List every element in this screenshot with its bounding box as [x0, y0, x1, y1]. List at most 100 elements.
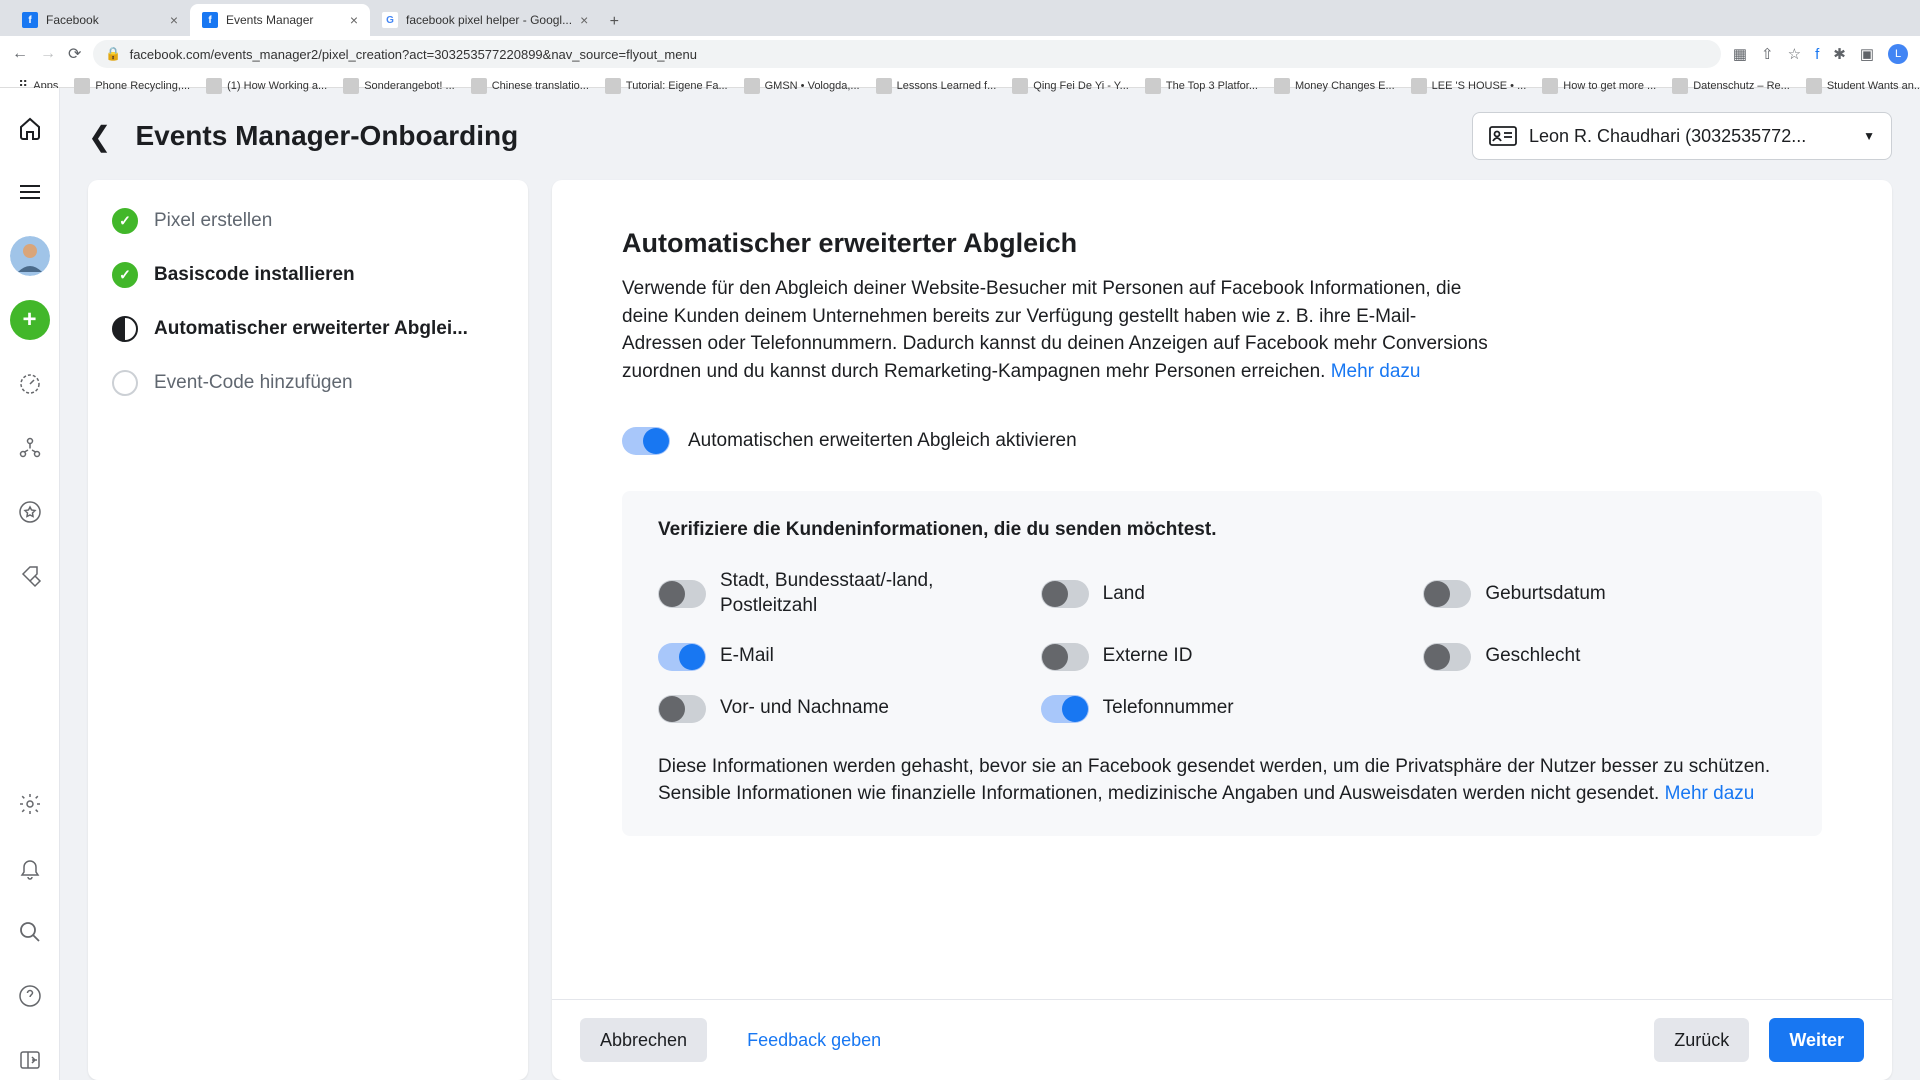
tab-title: Facebook — [46, 13, 99, 27]
page-header: ❮ Events Manager-Onboarding Leon R. Chau… — [88, 112, 1892, 160]
search-icon[interactable] — [10, 912, 50, 952]
tab-close-icon[interactable]: × — [170, 12, 178, 28]
account-card-icon — [1489, 126, 1517, 146]
lock-icon: 🔒 — [105, 46, 121, 62]
nav-forward-icon[interactable]: → — [40, 45, 56, 63]
new-tab-button[interactable]: + — [600, 8, 628, 36]
cast-icon[interactable]: ▣ — [1860, 45, 1874, 63]
verify-toggle[interactable] — [658, 580, 706, 608]
content-panel: Automatischer erweiterter Abgleich Verwe… — [552, 180, 1892, 1080]
verify-toggle[interactable] — [1041, 695, 1089, 723]
verify-toggle-label: Geburtsdatum — [1485, 582, 1605, 607]
onboarding-step[interactable]: Event-Code hinzufügen — [112, 370, 504, 396]
extensions-icon[interactable]: ✱ — [1833, 45, 1846, 63]
verify-toggle[interactable] — [658, 643, 706, 671]
verify-toggle-item: Vor- und Nachname — [658, 695, 1021, 723]
tab-favicon-icon: f — [202, 12, 218, 28]
browser-tab[interactable]: f Facebook × — [10, 4, 190, 36]
notifications-icon[interactable] — [10, 848, 50, 888]
onboarding-step[interactable]: Pixel erstellen — [112, 208, 504, 234]
account-name: Leon R. Chaudhari (3032535772... — [1529, 126, 1851, 147]
tab-favicon-icon: G — [382, 12, 398, 28]
step-label: Automatischer erweiterter Abglei... — [154, 318, 468, 340]
verify-toggle-item: Geschlecht — [1423, 643, 1786, 671]
verify-toggle-label: E-Mail — [720, 644, 774, 669]
master-toggle-label: Automatischen erweiterten Abgleich aktiv… — [688, 430, 1077, 452]
star-nav-icon[interactable] — [10, 492, 50, 532]
back-arrow-icon[interactable]: ❮ — [88, 120, 111, 153]
gauge-icon[interactable] — [10, 364, 50, 404]
verify-note: Diese Informationen werden gehasht, bevo… — [658, 753, 1786, 808]
verify-toggle-label: Land — [1103, 582, 1145, 607]
next-button[interactable]: Weiter — [1769, 1018, 1864, 1062]
step-label: Event-Code hinzufügen — [154, 372, 353, 394]
verify-toggle-label: Vor- und Nachname — [720, 696, 889, 721]
verify-learn-more-link[interactable]: Mehr dazu — [1665, 783, 1755, 804]
star-icon[interactable]: ☆ — [1788, 45, 1801, 63]
verify-toggle-item: Geburtsdatum — [1423, 569, 1786, 618]
learn-more-link[interactable]: Mehr dazu — [1331, 361, 1421, 382]
account-selector[interactable]: Leon R. Chaudhari (3032535772... ▼ — [1472, 112, 1892, 160]
verify-toggle-item: Stadt, Bundesstaat/-land, Postleitzahl — [658, 569, 1021, 618]
user-avatar-icon[interactable] — [10, 236, 50, 276]
step-indicator-icon — [112, 208, 138, 234]
tab-title: Events Manager — [226, 13, 313, 27]
tab-close-icon[interactable]: × — [350, 12, 358, 28]
nav-back-icon[interactable]: ← — [12, 45, 28, 63]
onboarding-step[interactable]: Basiscode installieren — [112, 262, 504, 288]
verify-toggle[interactable] — [1423, 580, 1471, 608]
footer-bar: Abbrechen Feedback geben Zurück Weiter — [552, 999, 1892, 1080]
verify-toggle-label: Externe ID — [1103, 644, 1193, 669]
master-toggle[interactable] — [622, 427, 670, 455]
verify-toggle-label: Telefonnummer — [1103, 696, 1234, 721]
verify-toggle-item: E-Mail — [658, 643, 1021, 671]
feedback-button[interactable]: Feedback geben — [727, 1018, 901, 1062]
help-icon[interactable] — [10, 976, 50, 1016]
verify-toggle[interactable] — [1041, 643, 1089, 671]
tag-icon[interactable] — [10, 556, 50, 596]
content-title: Automatischer erweiterter Abgleich — [622, 228, 1822, 259]
onboarding-step[interactable]: Automatischer erweiterter Abglei... — [112, 316, 504, 342]
verify-toggle[interactable] — [1041, 580, 1089, 608]
menu-icon[interactable] — [10, 172, 50, 212]
verify-title: Verifiziere die Kundeninformationen, die… — [658, 519, 1786, 541]
browser-chrome: fFacebook×fEvents Manager×Gfacebook pixe… — [0, 0, 1920, 88]
fb-left-sidebar: + — [0, 88, 60, 1080]
profile-avatar-icon[interactable]: L — [1888, 44, 1908, 64]
fb-extension-icon[interactable]: f — [1815, 46, 1819, 63]
home-icon[interactable] — [10, 108, 50, 148]
verify-toggle[interactable] — [658, 695, 706, 723]
step-indicator-icon — [112, 370, 138, 396]
tab-bar: fFacebook×fEvents Manager×Gfacebook pixe… — [0, 0, 1920, 36]
verify-box: Verifiziere die Kundeninformationen, die… — [622, 491, 1822, 835]
step-label: Pixel erstellen — [154, 210, 272, 232]
verify-toggle-item: Telefonnummer — [1041, 695, 1404, 723]
verify-toggle[interactable] — [1423, 643, 1471, 671]
verify-toggle-item: Land — [1041, 569, 1404, 618]
verify-toggle-label: Stadt, Bundesstaat/-land, Postleitzahl — [720, 569, 1021, 618]
nav-reload-icon[interactable]: ⟳ — [68, 44, 81, 64]
address-bar: ← → ⟳ 🔒 facebook.com/events_manager2/pix… — [0, 36, 1920, 72]
url-text: facebook.com/events_manager2/pixel_creat… — [130, 47, 697, 62]
collapse-icon[interactable] — [10, 1040, 50, 1080]
tab-favicon-icon: f — [22, 12, 38, 28]
tab-close-icon[interactable]: × — [580, 12, 588, 28]
back-button[interactable]: Zurück — [1654, 1018, 1749, 1062]
tab-title: facebook pixel helper - Googl... — [406, 13, 572, 27]
settings-icon[interactable] — [10, 784, 50, 824]
chevron-down-icon: ▼ — [1863, 129, 1875, 143]
connections-icon[interactable] — [10, 428, 50, 468]
cancel-button[interactable]: Abbrechen — [580, 1018, 707, 1062]
share-icon[interactable]: ⇧ — [1761, 45, 1774, 63]
step-indicator-icon — [112, 262, 138, 288]
url-input[interactable]: 🔒 facebook.com/events_manager2/pixel_cre… — [93, 40, 1720, 68]
steps-panel: Pixel erstellen Basiscode installieren Aut… — [88, 180, 528, 1080]
qr-icon[interactable]: ▦ — [1733, 45, 1747, 63]
content-description: Verwende für den Abgleich deiner Website… — [622, 275, 1492, 385]
verify-toggle-label: Geschlecht — [1485, 644, 1580, 669]
step-label: Basiscode installieren — [154, 264, 355, 286]
step-indicator-icon — [112, 316, 138, 342]
browser-tab[interactable]: f Events Manager × — [190, 4, 370, 36]
browser-tab[interactable]: Gfacebook pixel helper - Googl... × — [370, 4, 600, 36]
create-icon[interactable]: + — [10, 300, 50, 340]
